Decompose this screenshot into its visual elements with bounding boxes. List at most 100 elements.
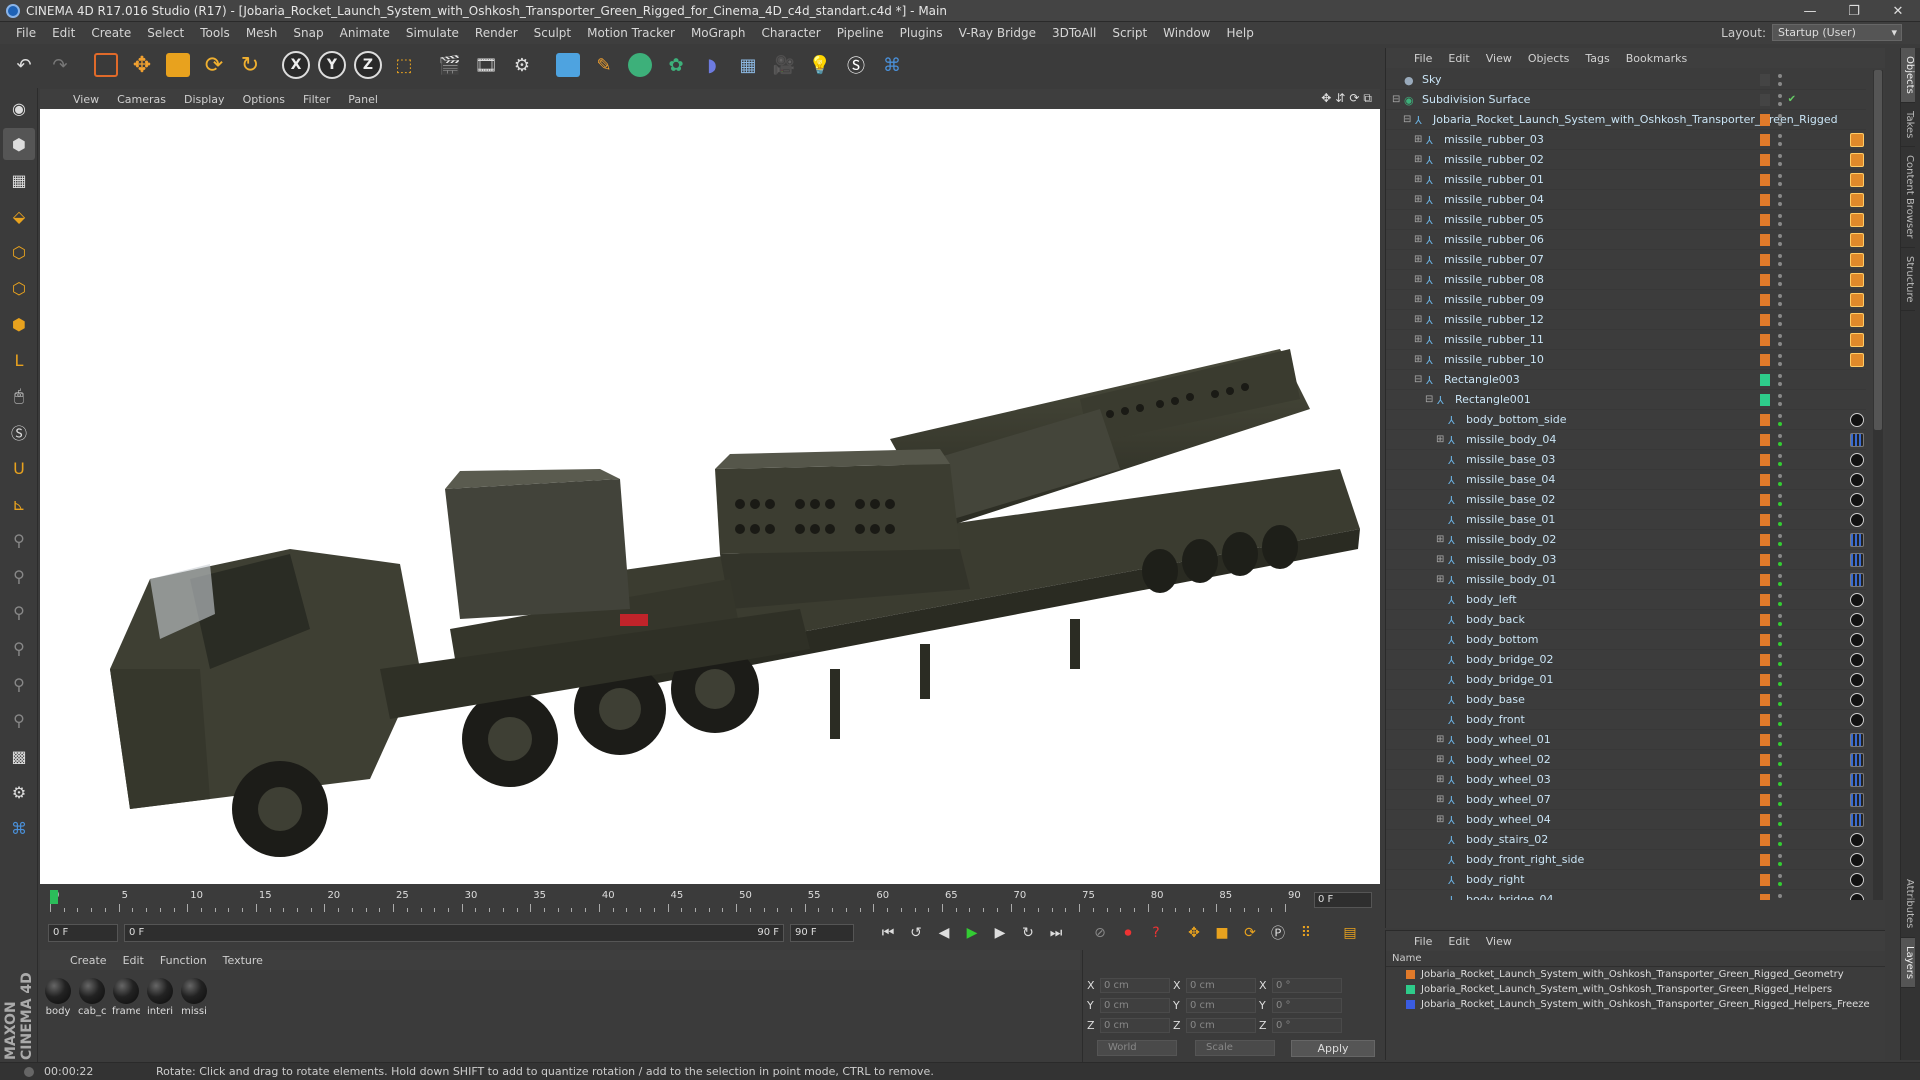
selection-tag-icon[interactable] — [1850, 772, 1864, 787]
layer-color-swatch[interactable] — [1760, 193, 1770, 206]
edges-mode-button[interactable]: ⬡ — [3, 272, 35, 304]
end-frame-field[interactable]: 90 F — [790, 924, 854, 942]
layer-color-swatch[interactable] — [1760, 833, 1770, 846]
visibility-dots[interactable] — [1778, 793, 1782, 806]
material-swatch[interactable]: missi — [180, 978, 208, 1017]
texture-mode-button[interactable]: ▦ — [3, 164, 35, 196]
3d-viewport[interactable] — [40, 109, 1380, 884]
expand-toggle-icon[interactable]: ⊞ — [1436, 734, 1446, 745]
goto-end-button[interactable]: ⏭ — [1044, 921, 1068, 945]
object-row[interactable]: ⊞ ⅄ missile_rubber_06 — [1386, 230, 1866, 250]
rotation-h-field[interactable]: 0 ° — [1272, 978, 1342, 993]
menu-pipeline[interactable]: Pipeline — [829, 26, 892, 40]
layer-color-swatch[interactable] — [1760, 253, 1770, 266]
rig-tag-icon[interactable] — [1850, 332, 1864, 347]
tab-content-browser[interactable]: Content Browser — [1901, 147, 1915, 248]
selection-tag-icon[interactable] — [1850, 792, 1864, 807]
expand-toggle-icon[interactable]: ⊞ — [1436, 814, 1446, 825]
layer-color-swatch[interactable] — [1760, 533, 1770, 546]
visibility-dots[interactable] — [1778, 673, 1782, 686]
floor-object-button[interactable]: ▦ — [732, 49, 764, 81]
viewport-menu-display[interactable]: Display — [175, 93, 234, 106]
material-swatch[interactable]: body — [44, 978, 72, 1017]
material-tag-icon[interactable] — [1850, 872, 1864, 887]
object-row[interactable]: ⊞ ⅄ missile_rubber_12 — [1386, 310, 1866, 330]
layer-row[interactable]: Jobaria_Rocket_Launch_System_with_Oshkos… — [1386, 982, 1885, 997]
visibility-dots[interactable] — [1778, 633, 1782, 646]
selection-tag-icon[interactable] — [1850, 732, 1864, 747]
snapping-button[interactable]: Ⓢ — [3, 416, 35, 448]
object-row[interactable]: ⊞ ⅄ missile_body_04 — [1386, 430, 1866, 450]
recent-tool-button[interactable]: ↻ — [234, 49, 266, 81]
polygons-mode-button[interactable]: ⬢ — [3, 308, 35, 340]
selection-tag-icon[interactable] — [1850, 752, 1864, 767]
material-tag-icon[interactable] — [1850, 492, 1864, 507]
key-scale-button[interactable]: ■ — [1210, 921, 1234, 945]
viewport-menu-panel[interactable]: Panel — [339, 93, 387, 106]
menu-snap[interactable]: Snap — [285, 26, 331, 40]
expand-toggle-icon[interactable]: ⊞ — [1414, 274, 1424, 285]
camera-object-button[interactable]: 🎥 — [768, 49, 800, 81]
layer-color-swatch[interactable] — [1760, 93, 1770, 106]
object-row[interactable]: ⅄ body_bridge_04 — [1386, 890, 1866, 900]
layer-color-swatch[interactable] — [1760, 413, 1770, 426]
layer-color-swatch[interactable] — [1760, 693, 1770, 706]
expand-toggle-icon[interactable]: ⊟ — [1425, 394, 1435, 405]
expand-toggle-icon[interactable]: ⊞ — [1436, 554, 1446, 565]
layer-color-swatch[interactable] — [1760, 753, 1770, 766]
y-axis-button[interactable]: Y — [316, 49, 348, 81]
selection-tag-icon[interactable] — [1850, 572, 1864, 587]
rotation-p-field[interactable]: 0 ° — [1272, 998, 1342, 1013]
axis-mode-button[interactable]: L — [3, 344, 35, 376]
object-row[interactable]: ⊞ ⅄ missile_rubber_08 — [1386, 270, 1866, 290]
material-tag-icon[interactable] — [1850, 892, 1864, 900]
material-tag-icon[interactable] — [1850, 632, 1864, 647]
object-row[interactable]: ⅄ body_right — [1386, 870, 1866, 890]
menu-window[interactable]: Window — [1155, 26, 1218, 40]
object-row[interactable]: ⅄ body_bottom — [1386, 630, 1866, 650]
sculpt-smooth-button[interactable]: ⚲ — [3, 596, 35, 628]
object-row[interactable]: ⅄ body_back — [1386, 610, 1866, 630]
subdivision-surface-button[interactable] — [624, 49, 656, 81]
object-menu-objects[interactable]: Objects — [1520, 52, 1578, 65]
material-swatch[interactable]: frame — [112, 978, 140, 1017]
expand-toggle-icon[interactable]: ⊞ — [1414, 234, 1424, 245]
minimize-button[interactable]: — — [1788, 0, 1832, 22]
rig-tag-icon[interactable] — [1850, 272, 1864, 287]
visibility-dots[interactable] — [1778, 733, 1782, 746]
menu-sculpt[interactable]: Sculpt — [526, 26, 579, 40]
visibility-dots[interactable] — [1778, 713, 1782, 726]
menu-plugins[interactable]: Plugins — [892, 26, 951, 40]
object-row[interactable]: ⊞ ⅄ missile_rubber_11 — [1386, 330, 1866, 350]
sculpt-flatten-button[interactable]: ⚲ — [3, 632, 35, 664]
object-row[interactable]: ⊞ ⅄ missile_rubber_10 — [1386, 350, 1866, 370]
material-tag-icon[interactable] — [1850, 512, 1864, 527]
object-menu-file[interactable]: File — [1406, 52, 1440, 65]
layer-color-swatch[interactable] — [1760, 633, 1770, 646]
key-pla-button[interactable]: ⠿ — [1294, 921, 1318, 945]
menu-create[interactable]: Create — [83, 26, 139, 40]
visibility-dots[interactable] — [1778, 753, 1782, 766]
render-view-button[interactable]: 🎬 — [434, 49, 466, 81]
visibility-dots[interactable] — [1778, 373, 1782, 386]
menu-mesh[interactable]: Mesh — [238, 26, 286, 40]
expand-toggle-icon[interactable]: ⊞ — [1436, 534, 1446, 545]
layer-menu-view[interactable]: View — [1478, 935, 1520, 948]
workplane-button[interactable]: ⊾ — [3, 488, 35, 520]
visibility-dots[interactable] — [1778, 873, 1782, 886]
record-button[interactable]: ⏺ — [1116, 921, 1140, 945]
object-row[interactable]: ⊞ ⅄ body_wheel_03 — [1386, 770, 1866, 790]
visibility-dots[interactable] — [1778, 333, 1782, 346]
layer-color-swatch[interactable] — [1406, 1000, 1415, 1009]
object-row[interactable]: ⅄ missile_base_03 — [1386, 450, 1866, 470]
object-row[interactable]: ⊟ ◉ Subdivision Surface ✔ — [1386, 90, 1866, 110]
spline-pen-button[interactable]: ✎ — [588, 49, 620, 81]
python-script-button[interactable]: ⌘ — [3, 812, 35, 844]
visibility-dots[interactable] — [1778, 653, 1782, 666]
layer-row[interactable]: Jobaria_Rocket_Launch_System_with_Oshkos… — [1386, 967, 1885, 982]
frame-indicator[interactable]: 0 F — [1314, 892, 1372, 908]
visibility-dots[interactable] — [1778, 573, 1782, 586]
layer-color-swatch[interactable] — [1760, 393, 1770, 406]
visibility-dots[interactable] — [1778, 413, 1782, 426]
layer-color-swatch[interactable] — [1406, 970, 1415, 979]
